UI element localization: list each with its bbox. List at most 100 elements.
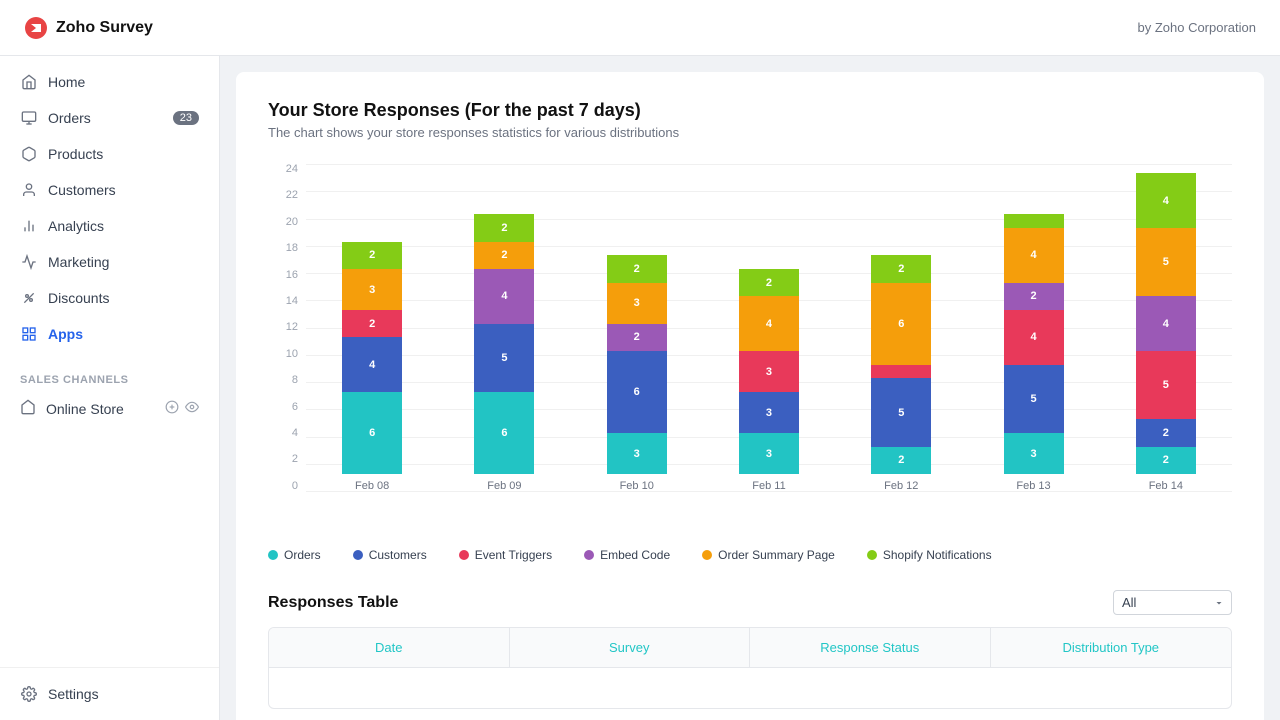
topbar-logo: Zoho Survey [24, 16, 153, 40]
legend-dot [702, 550, 712, 560]
online-store-actions [165, 400, 199, 417]
legend-dot [584, 550, 594, 560]
bar-segment: 4 [739, 296, 799, 351]
online-store-icon [20, 399, 36, 418]
bar-segment: 2 [342, 310, 402, 337]
bar-stack-3: 33342 [739, 269, 799, 474]
bar-segment: 3 [607, 283, 667, 324]
sidebar-label-customers: Customers [48, 182, 116, 198]
bar-segment: 3 [739, 351, 799, 392]
sidebar-label-products: Products [48, 146, 103, 162]
sidebar-item-discounts[interactable]: Discounts [0, 280, 219, 316]
bar-stack-4: 2562 [871, 255, 931, 474]
legend-label: Shopify Notifications [883, 548, 992, 562]
bar-segment: 3 [739, 392, 799, 433]
bar-segment: 4 [1136, 173, 1196, 228]
bar-stack-1: 65422 [474, 214, 534, 474]
topbar-title: Zoho Survey [56, 19, 153, 37]
settings-icon [20, 685, 38, 703]
sidebar-label-analytics: Analytics [48, 218, 104, 234]
bar-segment: 2 [1004, 283, 1064, 310]
sidebar-item-marketing[interactable]: Marketing [0, 244, 219, 280]
legend-item: Shopify Notifications [867, 548, 992, 562]
bar-segment: 3 [739, 433, 799, 474]
chart-col-Feb-08: 64232 Feb 08 [342, 164, 402, 492]
col-response-status: Response Status [750, 628, 991, 667]
chart-col-Feb-09: 65422Feb 09 [474, 164, 534, 492]
main-wrapper: Your Store Responses (For the past 7 day… [220, 56, 1280, 720]
bar-segment: 2 [474, 242, 534, 269]
sidebar-item-settings[interactable]: Settings [0, 676, 219, 712]
sidebar-item-customers[interactable]: Customers [0, 172, 219, 208]
chart-col-label: Feb 08 [355, 480, 389, 492]
chart-col-Feb-14: 225454Feb 14 [1136, 164, 1196, 492]
bar-segment [871, 365, 931, 379]
bar-stack-5: 35424 [1004, 214, 1064, 474]
filter-select[interactable]: All Orders Customers Event Triggers Embe… [1113, 590, 1232, 615]
bar-segment: 3 [607, 433, 667, 474]
legend-label: Event Triggers [475, 548, 552, 562]
bar-segment: 5 [1136, 228, 1196, 296]
legend-item: Order Summary Page [702, 548, 835, 562]
bar-stack-2: 36232 [607, 255, 667, 474]
chart-legend: Orders Customers Event Triggers Embed Code O… [268, 540, 1232, 562]
app-layout: Zoho Survey by Zoho Corporation Home Ord… [0, 0, 1280, 720]
sidebar-item-analytics[interactable]: Analytics [0, 208, 219, 244]
sidebar-item-products[interactable]: Products [0, 136, 219, 172]
table-header: Date Survey Response Status Distribution… [269, 628, 1231, 668]
legend-dot [268, 550, 278, 560]
sidebar-item-online-store[interactable]: Online Store [0, 390, 219, 427]
orders-badge: 23 [173, 111, 199, 125]
responses-table: Date Survey Response Status Distribution… [268, 627, 1232, 709]
chart-y-axis: 0 2 4 6 8 10 12 14 16 18 20 22 24 [268, 164, 298, 524]
sidebar-item-orders[interactable]: Orders 23 [0, 100, 219, 136]
bar-segment: 5 [474, 324, 534, 392]
bar-segment: 6 [474, 392, 534, 474]
online-store-label: Online Store [46, 401, 124, 417]
bar-segment: 5 [1136, 351, 1196, 419]
sidebar-label-home: Home [48, 74, 85, 90]
sidebar-label-apps: Apps [48, 326, 83, 342]
content-area: Your Store Responses (For the past 7 day… [220, 0, 1280, 720]
bar-segment: 4 [342, 337, 402, 392]
bar-segment: 2 [1136, 447, 1196, 474]
products-icon [20, 145, 38, 163]
bar-segment: 6 [607, 351, 667, 433]
bar-segment: 2 [871, 255, 931, 282]
bar-segment: 2 [871, 447, 931, 474]
topbar: Zoho Survey by Zoho Corporation [0, 0, 1280, 56]
legend-label: Customers [369, 548, 427, 562]
bar-segment: 2 [342, 242, 402, 269]
legend-dot [459, 550, 469, 560]
sidebar-item-apps[interactable]: Apps [0, 316, 219, 352]
sidebar-item-home[interactable]: Home [0, 64, 219, 100]
chart-col-label: Feb 10 [620, 480, 654, 492]
col-distribution-type: Distribution Type [991, 628, 1232, 667]
legend-label: Embed Code [600, 548, 670, 562]
bar-stack-0: 64232 [342, 242, 402, 474]
home-icon [20, 73, 38, 91]
legend-item: Customers [353, 548, 427, 562]
bar-segment: 4 [474, 269, 534, 324]
bar-segment: 2 [607, 255, 667, 282]
bar-segment: 2 [474, 214, 534, 241]
responses-title: Responses Table [268, 594, 398, 612]
legend-item: Orders [268, 548, 321, 562]
orders-icon [20, 109, 38, 127]
analytics-icon [20, 217, 38, 235]
eye-icon[interactable] [185, 400, 199, 417]
bar-segment: 6 [342, 392, 402, 474]
chart-area: 0 2 4 6 8 10 12 14 16 18 20 22 24 [268, 164, 1232, 524]
bar-segment: 2 [739, 269, 799, 296]
sidebar-label-marketing: Marketing [48, 254, 109, 270]
marketing-icon [20, 253, 38, 271]
sidebar-label-discounts: Discounts [48, 290, 109, 306]
sidebar-label-settings: Settings [48, 686, 99, 702]
bar-segment: 6 [871, 283, 931, 365]
bar-stack-6: 225454 [1136, 173, 1196, 474]
main-content: Your Store Responses (For the past 7 day… [236, 72, 1264, 720]
bar-segment: 2 [1136, 419, 1196, 446]
add-channel-icon[interactable] [165, 400, 179, 417]
bar-segment [1004, 214, 1064, 228]
chart-col-Feb-13: 35424Feb 13 [1004, 164, 1064, 492]
